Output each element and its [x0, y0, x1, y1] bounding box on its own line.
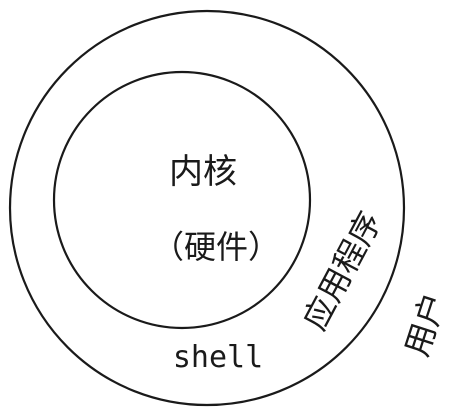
inner-circle — [52, 70, 312, 330]
shell-label: shell — [173, 340, 263, 375]
hardware-label: （硬件） — [152, 228, 280, 266]
layer-diagram: 内核 （硬件） shell 应用程序 用户 — [8, 9, 454, 407]
user-label: 用户 — [398, 288, 454, 361]
application-label: 应用程序 — [295, 205, 389, 336]
kernel-label: 内核 — [169, 152, 237, 192]
